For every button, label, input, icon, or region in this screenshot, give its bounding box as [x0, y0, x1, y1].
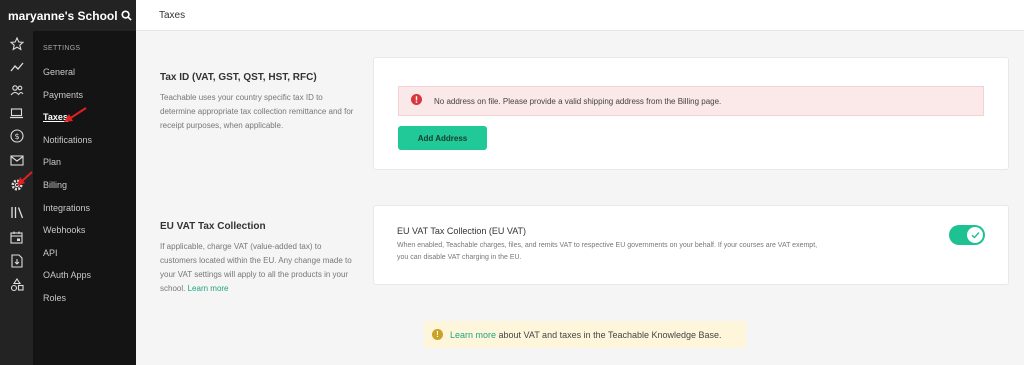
nav-item-roles[interactable]: Roles	[43, 293, 66, 303]
shapes-icon[interactable]	[0, 274, 33, 296]
eu-vat-title: EU VAT Tax Collection	[160, 221, 266, 232]
eu-vat-card-title: EU VAT Tax Collection (EU VAT)	[397, 226, 527, 236]
eu-vat-card-description: When enabled, Teachable charges, files, …	[397, 242, 818, 261]
annotation-arrows	[17, 107, 87, 186]
no-address-alert: No address on file. Please provide a val…	[398, 86, 984, 116]
alert-text: No address on file. Please provide a val…	[434, 96, 722, 106]
knowledge-base-notice: ! Learn more about VAT and taxes in the …	[424, 321, 746, 348]
eu-vat-description: If applicable, charge VAT (value-added t…	[160, 240, 355, 296]
notice-text: about VAT and taxes in the Teachable Kno…	[496, 329, 722, 340]
page-header: Taxes	[136, 0, 1024, 31]
nav-item-integrations[interactable]: Integrations	[43, 203, 90, 213]
library-icon[interactable]	[0, 201, 33, 223]
page-title: Taxes	[159, 10, 186, 21]
tax-id-title: Tax ID (VAT, GST, QST, HST, RFC)	[160, 72, 317, 83]
nav-item-api[interactable]: API	[43, 248, 58, 258]
tax-id-card: No address on file. Please provide a val…	[373, 57, 1009, 170]
tax-id-description: Teachable uses your country specific tax…	[160, 93, 354, 130]
nav-item-oauth-apps[interactable]: OAuth Apps	[43, 270, 91, 280]
toggle-knob	[967, 227, 983, 243]
error-icon	[411, 92, 422, 110]
info-icon: !	[432, 329, 443, 340]
eu-vat-learn-more-link[interactable]: Learn more	[188, 284, 229, 293]
add-address-button[interactable]: Add Address	[398, 126, 487, 150]
arrow-to-taxes	[64, 107, 87, 122]
arrow-to-gear	[17, 171, 33, 186]
download-doc-icon[interactable]	[0, 250, 33, 272]
nav-item-webhooks[interactable]: Webhooks	[43, 225, 85, 235]
check-icon	[971, 232, 980, 239]
notice-learn-more-link[interactable]: Learn more	[450, 330, 496, 340]
eu-vat-toggle[interactable]	[949, 225, 985, 245]
eu-vat-card: EU VAT Tax Collection (EU VAT) When enab…	[373, 205, 1009, 285]
calendar-icon[interactable]	[0, 226, 33, 248]
